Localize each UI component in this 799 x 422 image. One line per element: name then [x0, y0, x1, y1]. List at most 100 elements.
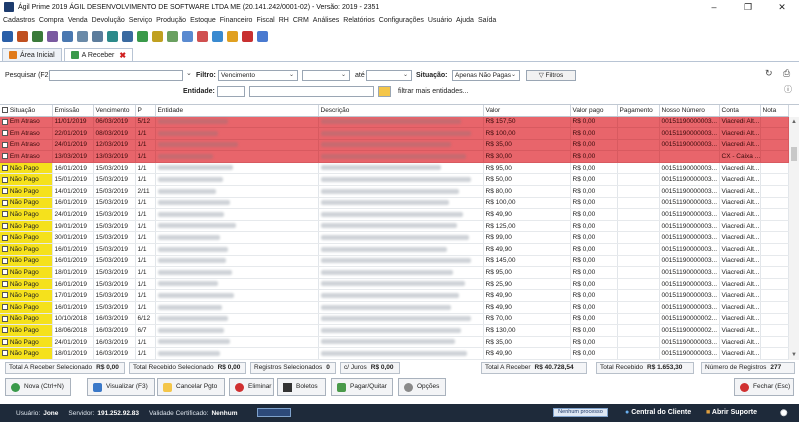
toolbar-shortcut-icon[interactable] [167, 31, 178, 42]
col-vencimento[interactable]: Vencimento [93, 105, 136, 117]
close-icon[interactable]: ✕ [765, 2, 799, 13]
menu-item[interactable]: Devolução [92, 17, 125, 24]
menu-item[interactable]: Configurações [379, 17, 424, 24]
select-all-checkbox[interactable] [2, 107, 8, 114]
close-tab-icon[interactable]: ✖ [119, 51, 126, 60]
scroll-down-icon[interactable]: ▼ [791, 352, 797, 358]
entidade-name-input[interactable] [249, 86, 374, 97]
toolbar-shortcut-icon[interactable] [17, 31, 28, 42]
toolbar-shortcut-icon[interactable] [227, 31, 238, 42]
date-start-select[interactable]: ⌄ [302, 70, 350, 81]
toolbar-shortcut-icon[interactable] [77, 31, 88, 42]
table-row[interactable]: Não Pago 24/01/2019 15/03/2019 1/1 R$ 49,90 R… [0, 208, 789, 221]
table-row[interactable]: Em Atraso 11/01/2019 06/03/2019 5/12 R$ 157,… [0, 116, 789, 129]
table-row[interactable]: Não Pago 18/01/2019 15/03/2019 1/1 R$ 95,00 R… [0, 266, 789, 279]
row-checkbox[interactable] [2, 350, 8, 357]
row-checkbox[interactable] [2, 199, 8, 206]
col-valor[interactable]: Valor [483, 105, 571, 117]
table-row[interactable]: Não Pago 15/01/2019 15/03/2019 1/1 R$ 50,00 R… [0, 173, 789, 187]
table-row[interactable]: Não Pago 16/01/2019 15/03/2019 1/1 R$ 95,00 R… [0, 162, 789, 175]
row-checkbox[interactable] [2, 211, 8, 218]
row-checkbox[interactable] [2, 304, 8, 311]
abrir-suporte-link[interactable]: ■ Abrir Suporte [706, 409, 757, 416]
toolbar-shortcut-icon[interactable] [92, 31, 103, 42]
table-row[interactable]: Não Pago 10/10/2018 16/03/2019 6/12 R$ 70,00… [0, 313, 789, 326]
table-row[interactable]: Não Pago 16/01/2019 15/03/2019 1/1 R$ 145,00… [0, 255, 789, 268]
row-checkbox[interactable] [2, 257, 8, 264]
settings-icon[interactable]: ✺ [780, 408, 788, 419]
col-situacao[interactable]: Situação [0, 105, 53, 117]
scroll-up-icon[interactable]: ▲ [791, 119, 797, 125]
eliminar-button[interactable]: Eliminar [229, 378, 274, 396]
row-checkbox[interactable] [2, 269, 8, 276]
menu-item[interactable]: Venda [68, 17, 88, 24]
tab-a-receber[interactable]: A Receber ✖ [63, 48, 134, 61]
search-input[interactable] [49, 70, 183, 81]
menu-item[interactable]: Serviço [129, 17, 152, 24]
refresh-icon[interactable]: ↻ [765, 68, 773, 79]
table-row[interactable]: Não Pago 16/01/2019 15/03/2019 1/1 R$ 25,90 R… [0, 278, 789, 291]
filtros-button[interactable]: ▽ Filtros [526, 70, 576, 81]
folder-icon[interactable] [378, 86, 391, 97]
toolbar-shortcut-icon[interactable] [2, 31, 13, 42]
row-checkbox[interactable] [2, 176, 8, 183]
toolbar-shortcut-icon[interactable] [242, 31, 253, 42]
table-row[interactable]: Não Pago 16/01/2019 15/03/2019 1/1 R$ 49,90 R… [0, 243, 789, 256]
col-nota[interactable]: Nota [760, 105, 789, 117]
mais-entidades-link[interactable]: filtrar mais entidades... [398, 88, 468, 95]
table-row[interactable]: Não Pago 14/01/2019 15/03/2019 2/11 R$ 80,00… [0, 185, 789, 198]
menu-item[interactable]: Usuário [428, 17, 452, 24]
fechar-button[interactable]: Fechar (Esc) [734, 378, 794, 396]
col-parcela[interactable]: P [135, 105, 156, 117]
toolbar-shortcut-icon[interactable] [137, 31, 148, 42]
toolbar-shortcut-icon[interactable] [107, 31, 118, 42]
situacao-select[interactable]: Apenas Não Pagas ⌄ [452, 70, 520, 81]
entidade-code-input[interactable] [217, 86, 245, 97]
menu-item[interactable]: Produção [156, 17, 186, 24]
cancelar-pgto-button[interactable]: Cancelar Pgto [157, 378, 225, 396]
toolbar-shortcut-icon[interactable] [32, 31, 43, 42]
menu-item[interactable]: RH [279, 17, 289, 24]
table-row[interactable]: Não Pago 19/01/2019 15/03/2019 1/1 R$ 125,00… [0, 220, 789, 233]
row-checkbox[interactable] [2, 280, 8, 287]
col-nosso-numero[interactable]: Nosso Número [659, 105, 720, 117]
col-descricao[interactable]: Descrição [318, 105, 484, 117]
menu-item[interactable]: Saída [478, 17, 496, 24]
table-row[interactable]: Não Pago 18/01/2019 16/03/2019 1/1 R$ 49,90 R… [0, 347, 789, 360]
maximize-icon[interactable]: ❐ [731, 2, 765, 13]
filtro-select[interactable]: Vencimento ⌄ [218, 70, 298, 81]
menu-item[interactable]: CRM [293, 17, 309, 24]
toolbar-shortcut-icon[interactable] [182, 31, 193, 42]
row-checkbox[interactable] [2, 188, 8, 195]
col-emissao[interactable]: Emissão [52, 105, 94, 117]
row-checkbox[interactable] [2, 292, 8, 299]
col-pagamento[interactable]: Pagamento [617, 105, 660, 117]
table-row[interactable]: Em Atraso 22/01/2019 08/03/2019 1/1 R$ 100,0… [0, 127, 789, 140]
row-checkbox[interactable] [2, 338, 8, 345]
toolbar-shortcut-icon[interactable] [62, 31, 73, 42]
row-checkbox[interactable] [2, 246, 8, 253]
table-row[interactable]: Não Pago 16/01/2019 15/03/2019 1/1 R$ 100,00… [0, 197, 789, 210]
help-icon[interactable]: ⓘ [784, 84, 792, 95]
toolbar-shortcut-icon[interactable] [47, 31, 58, 42]
tab-area-inicial[interactable]: Área Inicial [2, 48, 62, 61]
vertical-scrollbar[interactable]: ▲ ▼ [789, 117, 799, 360]
table-row[interactable]: Não Pago 18/06/2018 16/03/2019 6/7 R$ 130,00… [0, 324, 789, 337]
row-checkbox[interactable] [2, 315, 8, 322]
col-entidade[interactable]: Entidade [155, 105, 319, 117]
menu-item[interactable]: Cadastros [3, 17, 35, 24]
row-checkbox[interactable] [2, 222, 8, 229]
toolbar-shortcut-icon[interactable] [122, 31, 133, 42]
menu-item[interactable]: Ajuda [456, 17, 474, 24]
printer-icon[interactable]: ⎙ [783, 68, 790, 79]
table-row[interactable]: Em Atraso 13/03/2019 13/03/2019 1/1 R$ 30,00… [0, 150, 789, 163]
minimize-icon[interactable]: – [697, 2, 731, 13]
date-end-select[interactable]: ⌄ [366, 70, 412, 81]
central-cliente-link[interactable]: ● Central do Cliente [625, 409, 691, 416]
table-row[interactable]: Não Pago 17/01/2019 15/03/2019 1/1 R$ 49,90 R… [0, 289, 789, 302]
menu-item[interactable]: Compra [39, 17, 64, 24]
pagar-quitar-button[interactable]: Pagar/Quitar [331, 378, 393, 396]
row-checkbox[interactable] [2, 130, 8, 137]
toolbar-shortcut-icon[interactable] [212, 31, 223, 42]
table-row[interactable]: Não Pago 16/01/2019 15/03/2019 1/1 R$ 49,90 R… [0, 301, 789, 314]
